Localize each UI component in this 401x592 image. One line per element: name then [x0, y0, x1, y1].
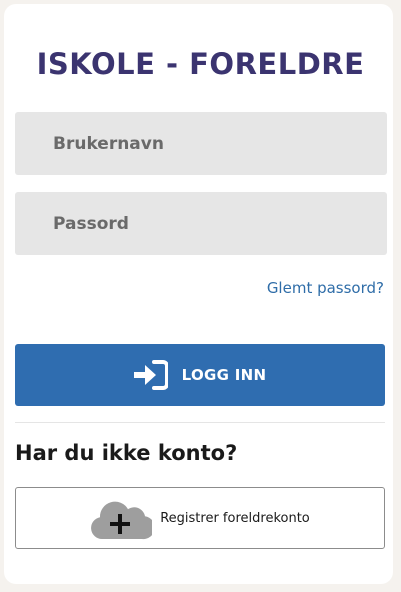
register-button[interactable]: Registrer foreldrekonto — [15, 487, 385, 549]
page-title: ISKOLE - FORELDRE — [36, 47, 365, 81]
sign-in-icon — [133, 360, 168, 390]
password-input[interactable] — [15, 192, 387, 255]
cloud-plus-icon — [91, 501, 153, 540]
username-input[interactable] — [15, 112, 387, 175]
forgot-password-link[interactable]: Glemt passord? — [267, 279, 384, 297]
no-account-heading: Har du ikke konto? — [15, 441, 238, 465]
divider — [15, 422, 385, 423]
login-button[interactable]: LOGG INN — [15, 344, 385, 406]
register-button-label: Registrer foreldrekonto — [160, 510, 310, 526]
login-button-label: LOGG INN — [181, 366, 267, 384]
